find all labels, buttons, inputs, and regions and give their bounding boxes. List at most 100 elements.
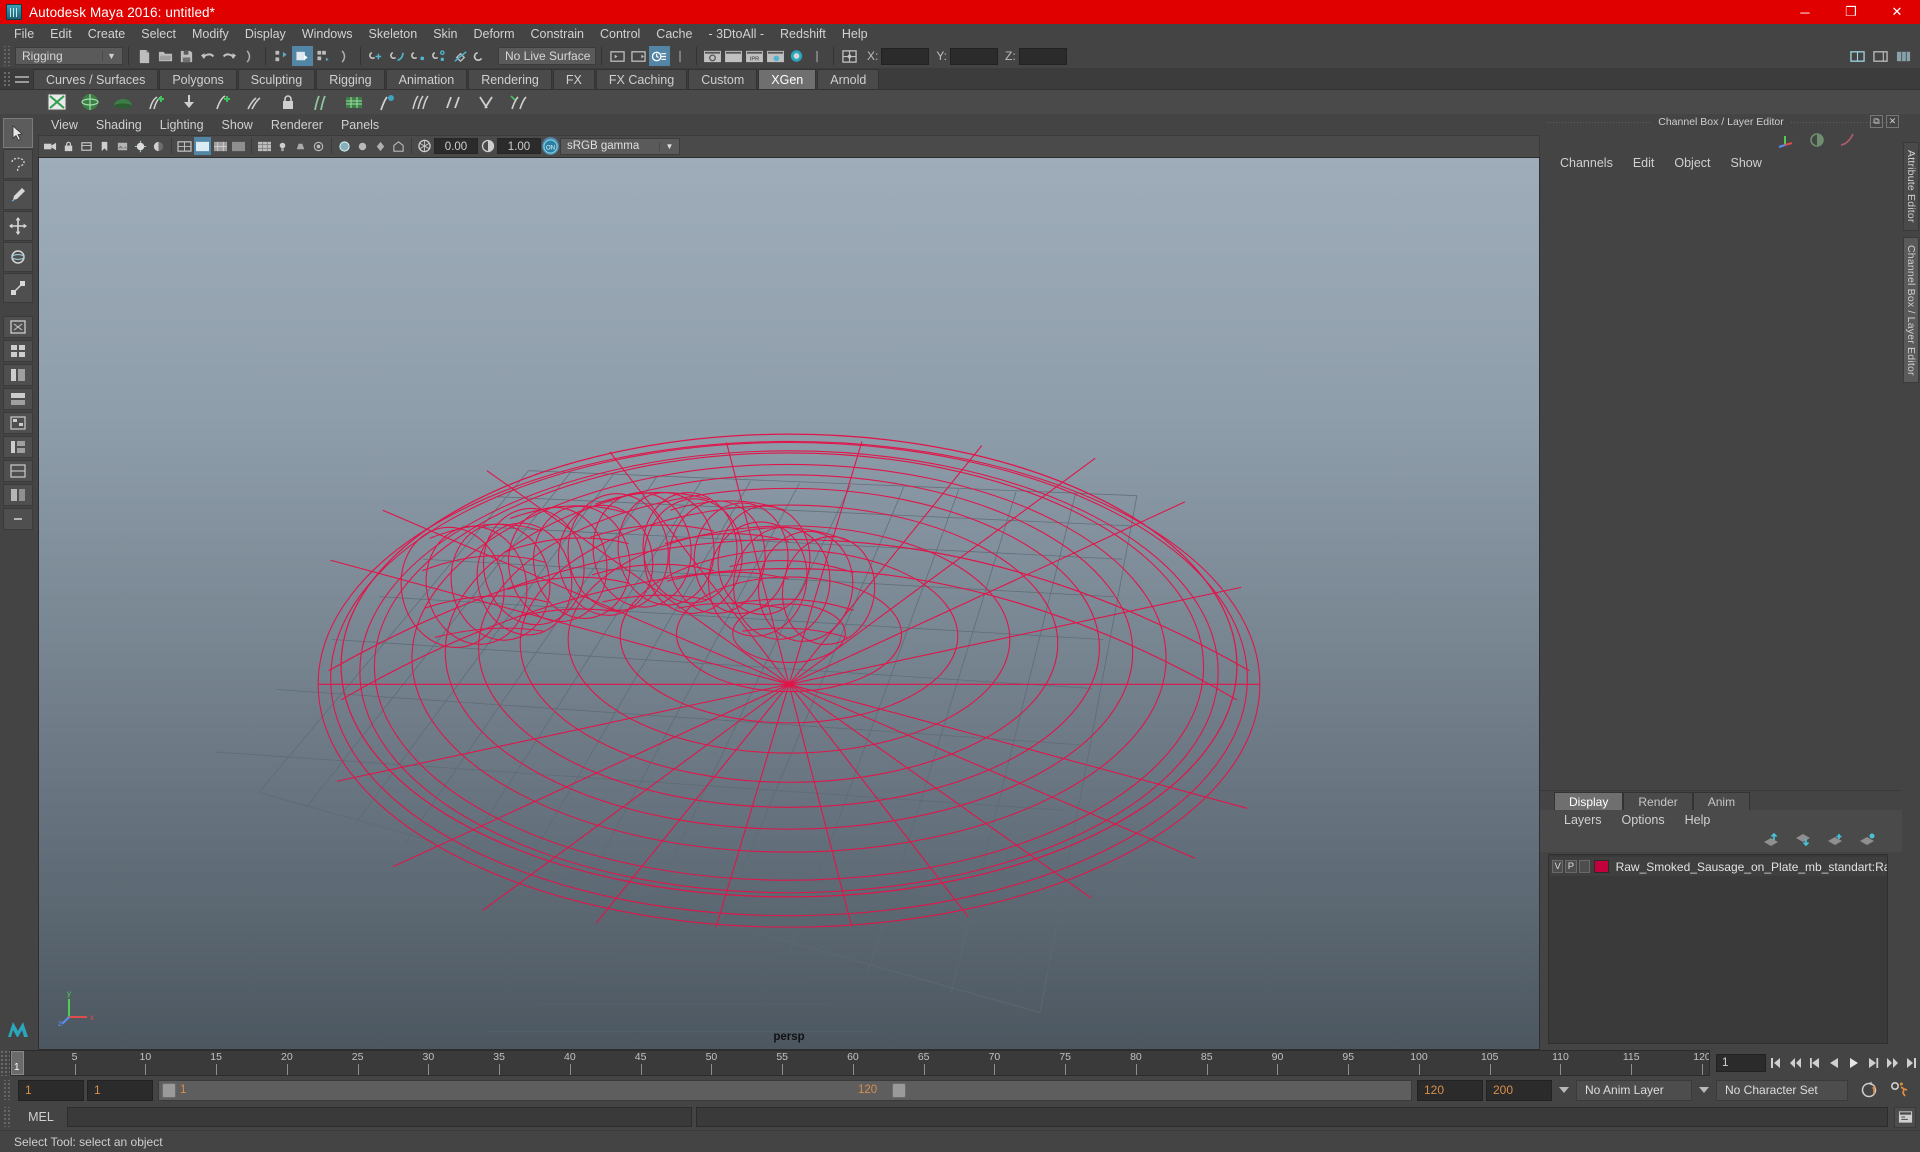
lasso-tool[interactable] [3, 149, 33, 179]
wireframe-shading-icon[interactable] [176, 137, 193, 155]
shelf-tab-rigging[interactable]: Rigging [316, 69, 385, 89]
toolbar-expand-icon[interactable] [807, 46, 828, 66]
xgen-clump-icon[interactable] [240, 90, 270, 114]
channel-menu-show[interactable]: Show [1721, 156, 1772, 170]
command-line-grip[interactable] [3, 1107, 12, 1127]
menu-file[interactable]: File [6, 24, 42, 44]
shelf-tab-sculpting[interactable]: Sculpting [237, 69, 316, 89]
select-component-icon[interactable] [313, 46, 334, 66]
exposure-icon[interactable] [416, 137, 433, 155]
go-to-end-icon[interactable] [1903, 1054, 1920, 1073]
snap-view-plane-icon[interactable] [471, 46, 492, 66]
flat-shade-icon[interactable] [230, 137, 247, 155]
save-scene-icon[interactable] [176, 46, 197, 66]
textures-icon[interactable] [256, 137, 273, 155]
xgen-comb-icon[interactable] [405, 90, 435, 114]
new-scene-icon[interactable] [134, 46, 155, 66]
current-frame-field[interactable]: 1 [1716, 1054, 1766, 1072]
menu-skin[interactable]: Skin [425, 24, 465, 44]
layer-row[interactable]: V P Raw_Smoked_Sausage_on_Plate_mb_stand… [1549, 857, 1887, 876]
color-management-dropdown[interactable]: sRGB gamma ▼ [560, 137, 680, 155]
exposure-input[interactable]: 0.00 [434, 138, 478, 155]
camera-attributes-icon[interactable] [78, 137, 95, 155]
shadows-icon[interactable] [150, 137, 167, 155]
hypershade-icon[interactable] [786, 46, 807, 66]
viewport-menu-show[interactable]: Show [213, 116, 262, 135]
anim-layer-dropdown[interactable]: No Anim Layer [1576, 1079, 1692, 1101]
channel-menu-edit[interactable]: Edit [1623, 156, 1665, 170]
shelf-tab-custom[interactable]: Custom [688, 69, 758, 89]
channel-menu-channels[interactable]: Channels [1550, 156, 1623, 170]
gamma-input[interactable]: 1.00 [497, 138, 541, 155]
menu-constrain[interactable]: Constrain [523, 24, 593, 44]
layout-persp-uv[interactable] [3, 460, 33, 482]
redo-icon[interactable] [218, 46, 239, 66]
animation-start-field[interactable]: 1 [18, 1079, 84, 1101]
channel-box-content[interactable] [1540, 173, 1902, 790]
render-settings-icon[interactable] [765, 46, 786, 66]
shaded-wireframe-icon[interactable] [212, 137, 229, 155]
xgen-grid-group-icon[interactable] [339, 90, 369, 114]
collapse-toolbox-icon[interactable] [3, 508, 33, 530]
viewport-menu-view[interactable]: View [42, 116, 87, 135]
xgen-editor-icon[interactable] [42, 90, 72, 114]
isolate-select-icon[interactable] [390, 137, 407, 155]
selection-mask-toggle-icon[interactable] [239, 46, 260, 66]
play-forwards-icon[interactable] [1845, 1054, 1862, 1073]
time-slider-track[interactable]: 1 5 10 15 20 25 30 35 40 45 50 55 60 65 70 75 80 85 90 95 1… [10, 1050, 1710, 1076]
go-to-start-icon[interactable] [1768, 1054, 1785, 1073]
smooth-shade-all-icon[interactable] [194, 137, 211, 156]
shelf-tab-rendering[interactable]: Rendering [468, 69, 552, 89]
xgen-part-icon[interactable] [504, 90, 534, 114]
select-hierarchy-icon[interactable] [271, 46, 292, 66]
shelf-tab-animation[interactable]: Animation [385, 69, 468, 89]
layer-list[interactable]: V P Raw_Smoked_Sausage_on_Plate_mb_stand… [1548, 854, 1888, 1044]
shelf-tab-curves-surfaces[interactable]: Curves / Surfaces [33, 69, 159, 89]
lights-icon[interactable] [274, 137, 291, 155]
show-modeling-toolkit-icon[interactable] [1847, 46, 1868, 66]
open-scene-icon[interactable] [155, 46, 176, 66]
minimize-icon[interactable]: ─ [1782, 0, 1828, 24]
shelf-tab-arnold[interactable]: Arnold [817, 69, 880, 89]
step-back-key-icon[interactable] [1787, 1054, 1804, 1073]
render-current-frame-icon[interactable] [723, 46, 744, 66]
menu-control[interactable]: Control [592, 24, 648, 44]
animation-end-field[interactable]: 200 [1486, 1079, 1552, 1101]
viewport-menu-shading[interactable]: Shading [87, 116, 151, 135]
command-input[interactable] [67, 1107, 692, 1127]
animation-preferences-icon[interactable] [1886, 1078, 1914, 1102]
menu-select[interactable]: Select [133, 24, 184, 44]
viewport-menu-panels[interactable]: Panels [332, 116, 388, 135]
select-tool[interactable] [3, 118, 33, 148]
open-editor-right-icon[interactable] [607, 46, 628, 66]
viewport-3d[interactable]: y x z persp [38, 156, 1540, 1050]
shelf-menu-icon[interactable] [15, 71, 29, 88]
xray-joints-icon[interactable] [354, 137, 371, 155]
lock-camera-icon[interactable] [60, 137, 77, 155]
layer-visibility-toggle[interactable]: V [1552, 860, 1564, 873]
live-surface-field[interactable]: No Live Surface [498, 47, 596, 65]
select-object-icon[interactable] [292, 46, 313, 66]
maximize-icon[interactable]: ❐ [1828, 0, 1874, 24]
range-bar[interactable]: 1 120 [158, 1079, 1412, 1101]
render-view-icon[interactable] [702, 46, 723, 66]
snap-point-icon[interactable] [408, 46, 429, 66]
range-slider-grip[interactable] [3, 1080, 12, 1100]
color-management-toggle-icon[interactable]: ON [542, 137, 559, 156]
tab-render[interactable]: Render [1623, 792, 1693, 810]
editor-expand-icon[interactable] [670, 46, 691, 66]
character-set-dropdown[interactable]: No Character Set [1716, 1079, 1848, 1101]
create-empty-layer-icon[interactable] [1826, 833, 1844, 850]
layer-name[interactable]: Raw_Smoked_Sausage_on_Plate_mb_standart:… [1616, 860, 1887, 874]
coord-x-input[interactable] [881, 47, 930, 65]
two-sided-lighting-icon[interactable] [132, 137, 149, 155]
layer-menu-options[interactable]: Options [1612, 813, 1675, 827]
viewport-menu-lighting[interactable]: Lighting [151, 116, 213, 135]
menu-modify[interactable]: Modify [184, 24, 237, 44]
layout-outliner-persp[interactable] [3, 364, 33, 386]
layout-four-view[interactable] [3, 340, 33, 362]
coord-z-input[interactable] [1018, 47, 1067, 65]
menu-deform[interactable]: Deform [466, 24, 523, 44]
gamma-icon[interactable] [479, 137, 496, 155]
menu-edit[interactable]: Edit [42, 24, 80, 44]
